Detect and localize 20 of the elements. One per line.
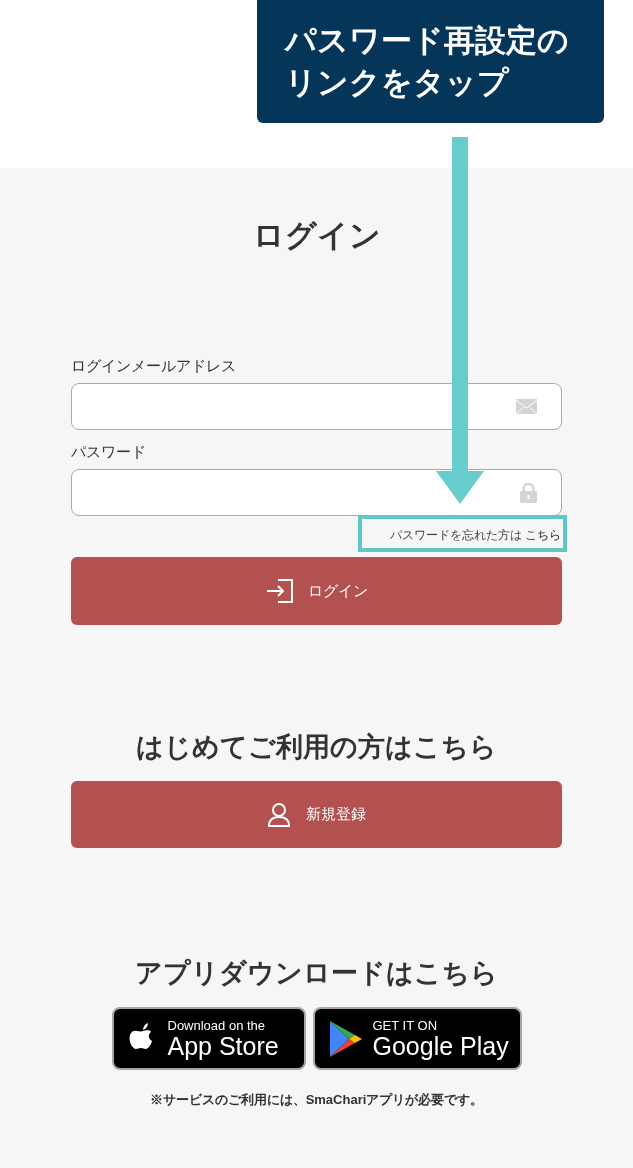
password-field[interactable] (71, 469, 562, 516)
envelope-icon (516, 399, 537, 414)
play-icon (328, 1019, 363, 1058)
callout-text: パスワード再設定の リンクをタップ (285, 22, 570, 102)
forgot-password-link[interactable]: こちら (525, 528, 561, 542)
page-title: ログイン (252, 217, 381, 255)
field-label: パスワード (71, 442, 147, 462)
google-play-badge[interactable]: GET IT ON Google Play (312, 1007, 522, 1070)
lock-icon (520, 482, 537, 503)
person-icon (267, 802, 290, 827)
app-store-badge[interactable]: Download on the App Store (111, 1007, 306, 1070)
email-field[interactable] (71, 383, 562, 430)
login-button[interactable]: ログイン (71, 557, 562, 625)
section-heading: アプリダウンロードはこちら (135, 957, 498, 990)
section-heading: はじめてご利用の方はこちら (136, 731, 497, 764)
forgot-password-text: パスワードを忘れた方は こちら (389, 527, 561, 544)
note-text: ※サービスのご利用には、SmaChariアプリが必要です。 (149, 1091, 484, 1109)
register-button[interactable]: 新規登録 (71, 781, 562, 848)
login-icon (265, 579, 294, 603)
field-label: ログインメールアドレス (71, 356, 237, 376)
